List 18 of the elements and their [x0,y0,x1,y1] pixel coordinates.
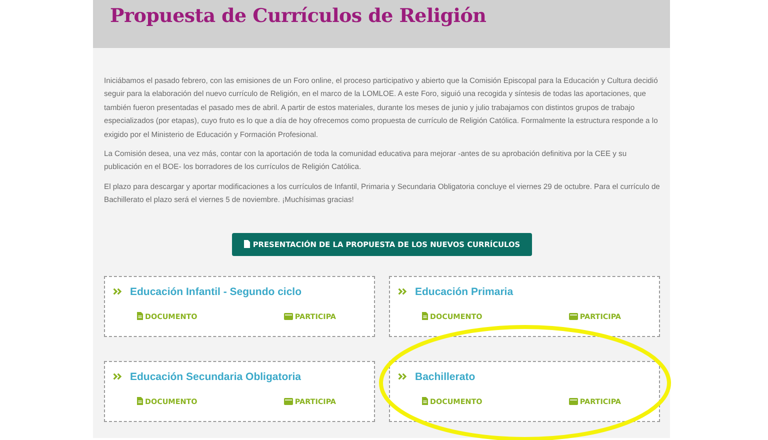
page-title: Propuesta de Currículos de Religión [110,5,488,27]
document-icon [244,240,250,248]
card-title: Educación Primaria [415,286,514,298]
card-icon [284,398,293,405]
document-icon [137,312,143,320]
double-chevron-icon [398,373,407,380]
document-icon [137,397,143,406]
card-title: Educación Secundaria Obligatoria [130,370,301,383]
document-icon [422,312,428,320]
document-icon [422,397,428,406]
card-icon [284,312,293,320]
double-chevron-icon [113,373,122,380]
double-chevron-icon [398,288,407,296]
card-title: Educación Infantil - Segundo ciclo [130,286,302,298]
card-title: Bachillerato [415,370,476,383]
card-icon [568,398,578,405]
card-icon [568,312,578,320]
double-chevron-icon [113,288,122,296]
